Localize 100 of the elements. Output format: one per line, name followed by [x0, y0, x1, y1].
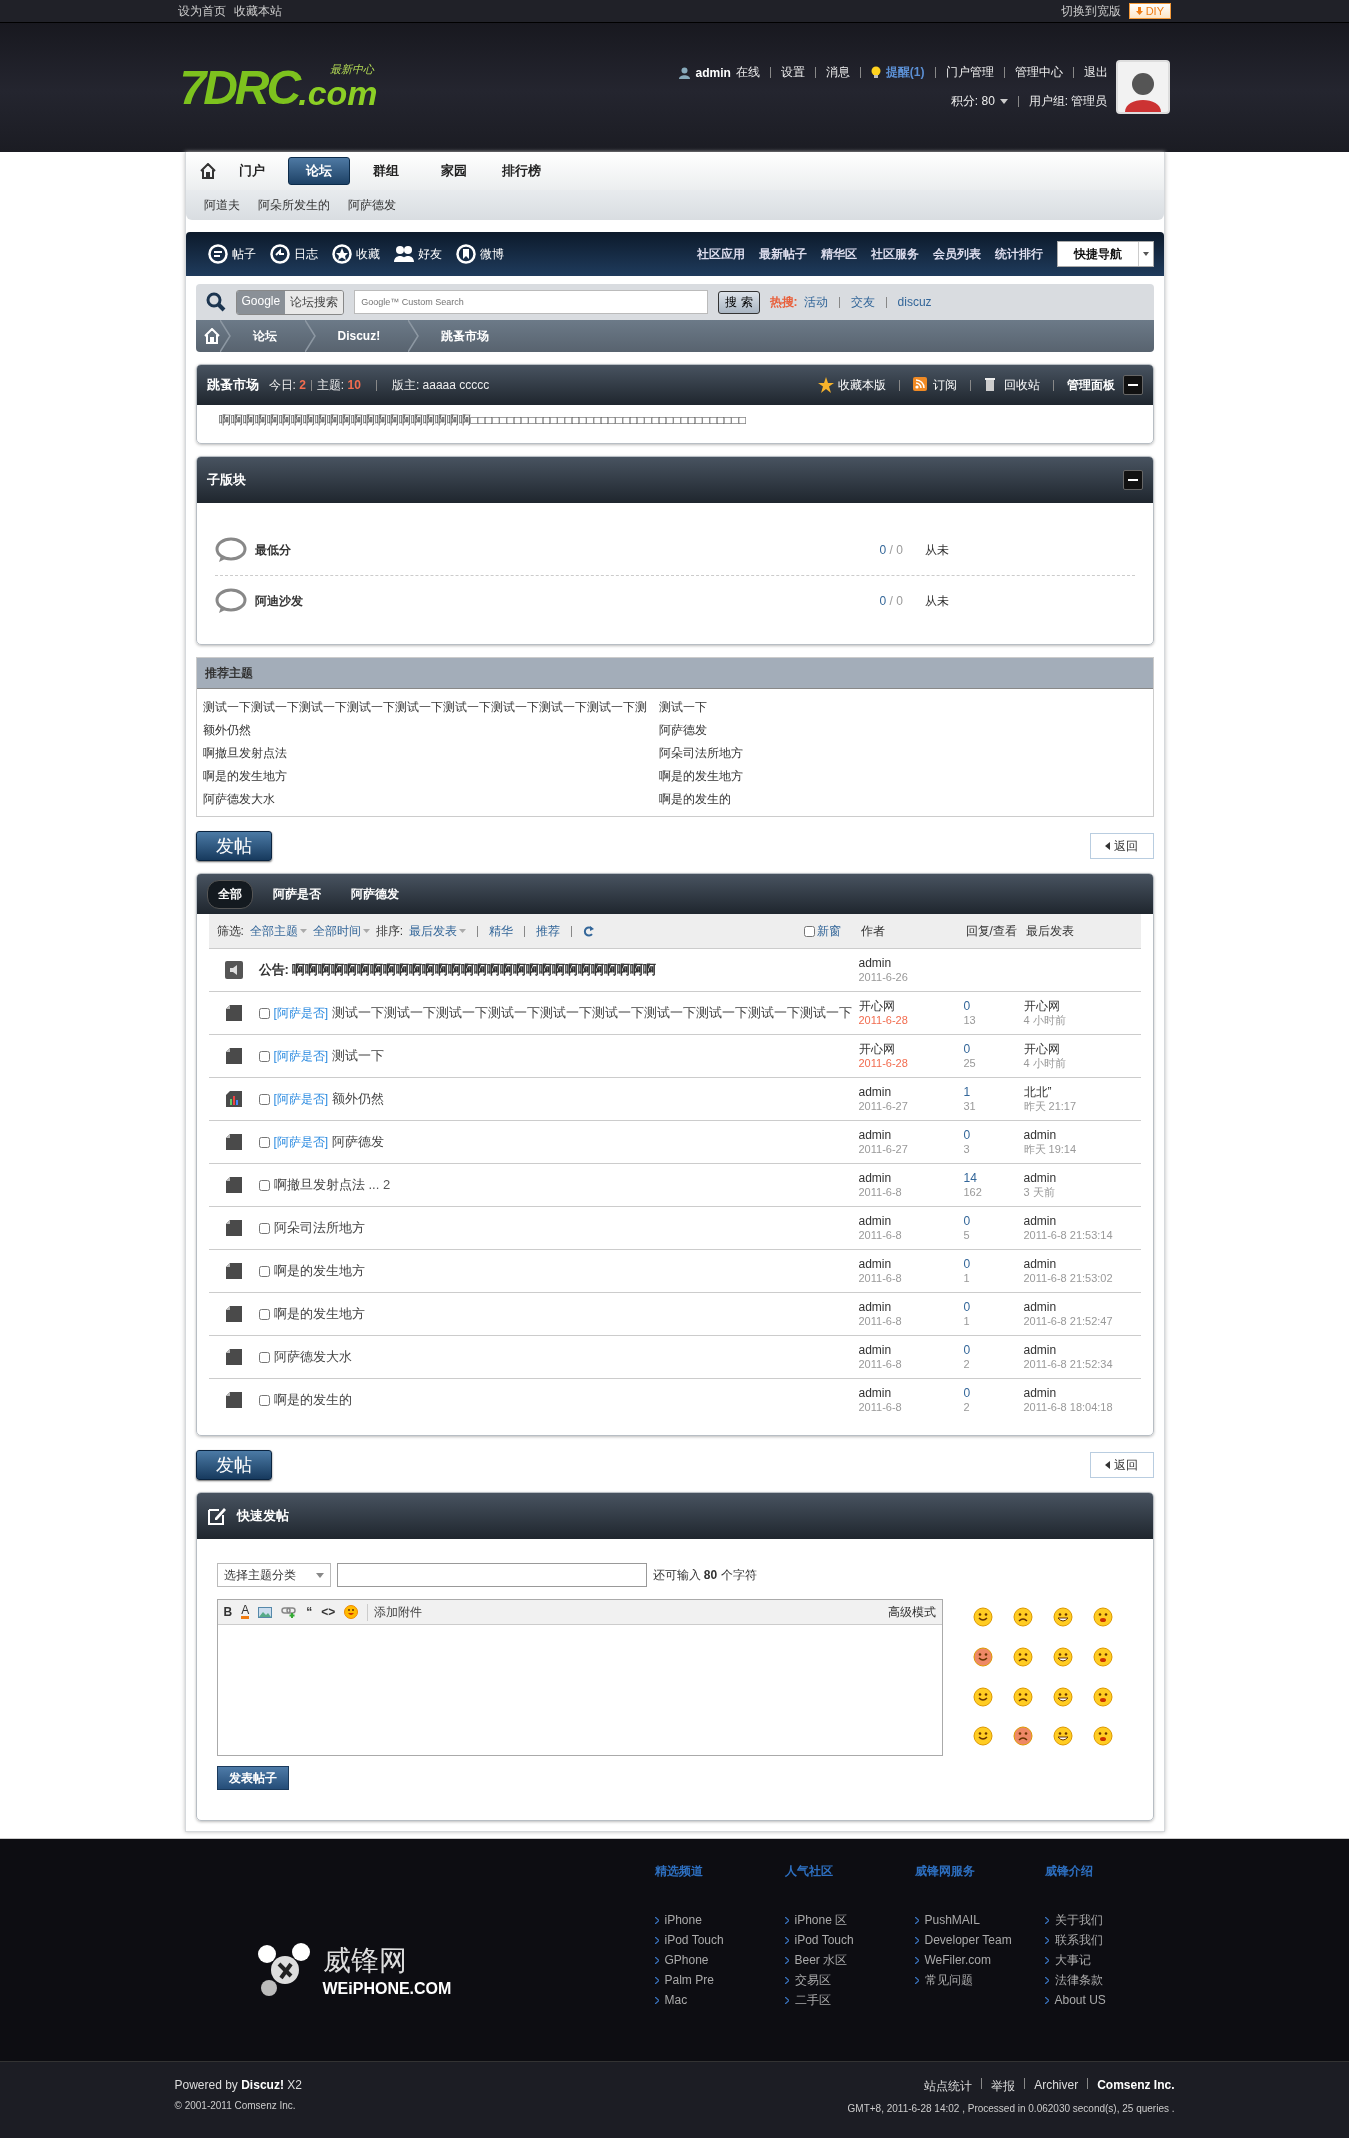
- link-icon[interactable]: [281, 1606, 298, 1618]
- font-color-button[interactable]: A: [241, 1605, 250, 1619]
- filter-tab[interactable]: 阿萨是否: [262, 880, 331, 908]
- user-menu-link[interactable]: 退出: [1083, 64, 1108, 81]
- refresh-icon[interactable]: [583, 925, 595, 937]
- reply-count[interactable]: 0: [963, 999, 1024, 1013]
- toolbar-link[interactable]: 社区应用: [696, 245, 745, 263]
- thread-title-link[interactable]: 啊是的发生的: [273, 1392, 352, 1407]
- footer-link[interactable]: iPhone 区: [784, 1910, 915, 1930]
- forum-action-link[interactable]: 订阅: [912, 376, 957, 394]
- forum-action-link[interactable]: 回收站: [983, 376, 1040, 394]
- recommended-topic-link[interactable]: 啊是的发生地方: [658, 768, 1147, 785]
- user-menu-link[interactable]: 门户管理: [945, 64, 994, 81]
- poll-icon[interactable]: [225, 1091, 242, 1107]
- quote-button[interactable]: “: [306, 1605, 313, 1619]
- subforum-link[interactable]: 最低分: [254, 541, 880, 559]
- smiley-icon[interactable]: [1092, 1607, 1113, 1627]
- thread-checkbox[interactable]: [258, 1051, 270, 1062]
- last-poster-link[interactable]: admin: [1023, 1171, 1139, 1185]
- folder-icon[interactable]: [225, 1134, 242, 1150]
- thread-title-link[interactable]: 阿萨德发大水: [273, 1349, 352, 1364]
- nav-tab[interactable]: 门户: [219, 158, 284, 184]
- footer-link[interactable]: 联系我们: [1044, 1930, 1175, 1950]
- folder-icon[interactable]: [225, 1392, 242, 1408]
- folder-icon[interactable]: [225, 1306, 242, 1322]
- thread-checkbox[interactable]: [258, 1180, 270, 1191]
- thread-type-link[interactable]: [阿萨是否]: [273, 1006, 329, 1020]
- user-menu-link[interactable]: 设置: [780, 64, 805, 81]
- thread-checkbox[interactable]: [258, 1008, 270, 1019]
- announcement-link[interactable]: 公告: 啊啊啊啊啊啊啊啊啊啊啊啊啊啊啊啊啊啊啊啊啊啊啊啊啊啊啊啊: [258, 961, 657, 979]
- smiley-icon[interactable]: [1092, 1646, 1113, 1667]
- thread-title-link[interactable]: 阿萨德发: [331, 1134, 384, 1149]
- filter-dropdown[interactable]: 全部时间: [312, 922, 370, 940]
- filter-link[interactable]: 推荐: [536, 922, 561, 940]
- thread-title-link[interactable]: 啊是的发生地方: [273, 1263, 365, 1278]
- thread-checkbox[interactable]: [258, 1223, 270, 1234]
- toolbar-link[interactable]: 统计排行: [994, 245, 1043, 263]
- last-poster-link[interactable]: 开心网: [1023, 1042, 1139, 1056]
- thread-title-link[interactable]: 测试一下: [331, 1048, 384, 1063]
- recommended-topic-link[interactable]: 测试一下测试一下测试一下测试一下测试一下测试一下测试一下测试一下测试一下测: [202, 699, 659, 716]
- back-button[interactable]: 返回: [1089, 833, 1154, 859]
- footer-link[interactable]: Beer 水区: [784, 1950, 915, 1970]
- author-link[interactable]: admin: [858, 1214, 964, 1228]
- hot-search-link[interactable]: 活动: [803, 293, 828, 311]
- toolbar-link[interactable]: 好友: [393, 244, 442, 264]
- thread-type-link[interactable]: [阿萨是否]: [273, 1092, 329, 1106]
- footer-link[interactable]: Palm Pre: [654, 1970, 785, 1990]
- user-menu-link[interactable]: 消息: [825, 64, 850, 81]
- footer-link[interactable]: Mac: [654, 1990, 785, 2010]
- folder-icon[interactable]: [225, 1349, 242, 1365]
- footer-link[interactable]: 交易区: [784, 1970, 915, 1990]
- subnav-link[interactable]: 阿朵所发生的: [257, 196, 330, 214]
- author-link[interactable]: admin: [858, 1085, 964, 1099]
- reply-count[interactable]: 0: [963, 1042, 1024, 1056]
- footer-link[interactable]: 法律条款: [1044, 1970, 1175, 1990]
- new-post-button[interactable]: 发帖: [195, 831, 272, 861]
- toolbar-link[interactable]: 日志: [269, 244, 318, 264]
- last-poster-link[interactable]: admin: [1023, 1386, 1139, 1400]
- thread-title-link[interactable]: 啊是的发生地方: [273, 1306, 365, 1321]
- footer-link[interactable]: 常见问题: [914, 1970, 1045, 1990]
- smiley-icon[interactable]: [1052, 1607, 1073, 1627]
- breadcrumb-link[interactable]: 论坛: [230, 327, 305, 345]
- thread-checkbox[interactable]: [258, 1395, 270, 1406]
- top-link[interactable]: 收藏本站: [234, 2, 282, 20]
- reply-count[interactable]: 14: [963, 1171, 1024, 1185]
- reply-count[interactable]: 0: [963, 1343, 1024, 1357]
- recommended-topic-link[interactable]: 测试一下: [658, 699, 1147, 716]
- thread-title-link[interactable]: 额外仍然: [331, 1091, 384, 1106]
- author-link[interactable]: 开心网: [858, 1042, 964, 1056]
- footer-link[interactable]: Archiver: [1034, 2078, 1079, 2095]
- credits-menu[interactable]: 积分: 80: [950, 93, 995, 110]
- breadcrumb-link[interactable]: Discuz!: [315, 329, 409, 343]
- folder-icon[interactable]: [225, 1005, 242, 1021]
- last-poster-link[interactable]: admin: [1023, 1343, 1139, 1357]
- recommended-topic-link[interactable]: 啊撤旦发射点法: [202, 745, 659, 762]
- author-link[interactable]: admin: [858, 1257, 964, 1271]
- avatar-placeholder[interactable]: [1115, 60, 1170, 114]
- reply-count[interactable]: 0: [963, 1257, 1024, 1271]
- reply-count[interactable]: 0: [963, 1300, 1024, 1314]
- reply-count[interactable]: 1: [963, 1085, 1024, 1099]
- reminder-link[interactable]: 提醒(1): [885, 64, 925, 81]
- toolbar-link[interactable]: 帖子: [207, 244, 256, 264]
- recommended-topic-link[interactable]: 啊是的发生的: [658, 791, 1147, 808]
- recommended-topic-link[interactable]: 阿萨德发: [658, 722, 1147, 739]
- footer-link[interactable]: 二手区: [784, 1990, 915, 2010]
- last-poster-link[interactable]: admin: [1023, 1128, 1139, 1142]
- toolbar-link[interactable]: 精华区: [820, 245, 857, 263]
- footer-link[interactable]: WeFiler.com: [914, 1950, 1045, 1970]
- footer-link[interactable]: 大事记: [1044, 1950, 1175, 1970]
- author-link[interactable]: admin: [858, 1171, 964, 1185]
- search-field[interactable]: Google™ Custom Search: [354, 290, 709, 314]
- smiley-icon[interactable]: [1012, 1686, 1033, 1707]
- thread-checkbox[interactable]: [258, 1352, 270, 1363]
- thread-checkbox[interactable]: [258, 1094, 270, 1105]
- hot-search-link[interactable]: discuz: [897, 295, 932, 309]
- quick-nav-dropdown[interactable]: 快捷导航: [1056, 241, 1154, 267]
- page-link[interactable]: ... 2: [368, 1177, 391, 1192]
- recommended-topic-link[interactable]: 阿萨德发大水: [202, 791, 659, 808]
- toolbar-link[interactable]: 收藏: [331, 244, 380, 264]
- back-button[interactable]: 返回: [1089, 1452, 1154, 1478]
